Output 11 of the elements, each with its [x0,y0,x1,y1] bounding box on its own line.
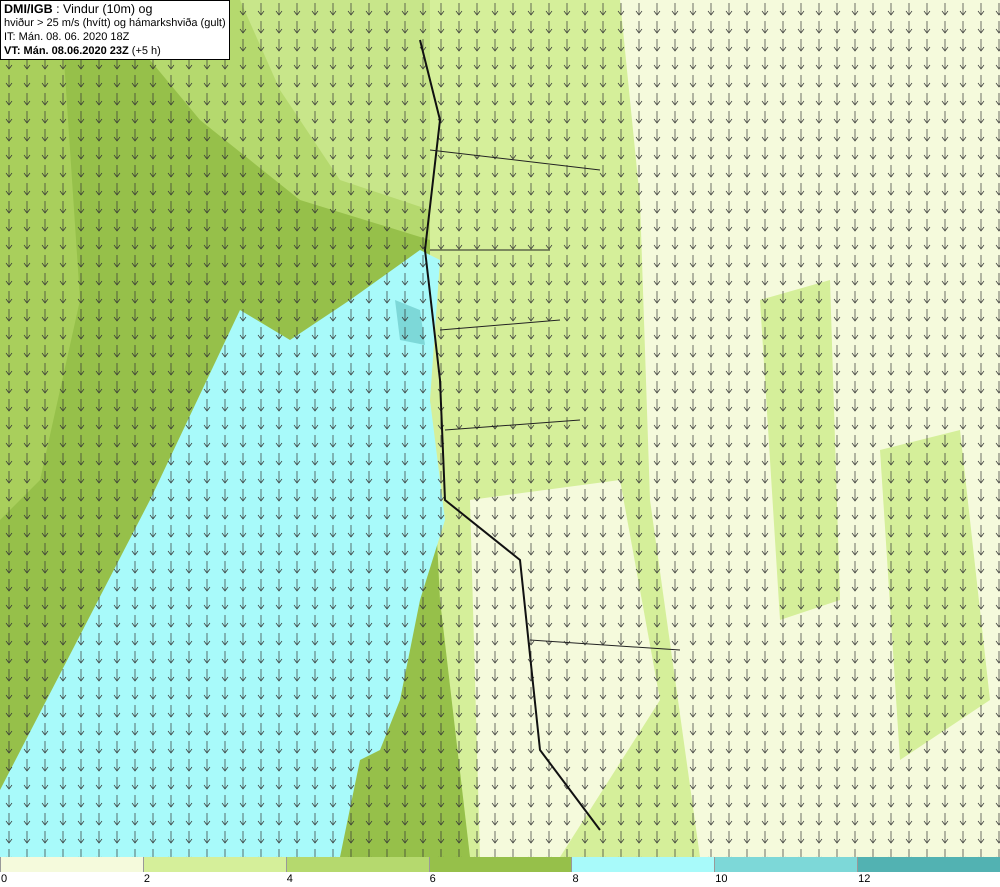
title-line: DMI/IGB : Vindur (10m) og [4,2,154,16]
legend-label: 10 [714,872,728,886]
title-line: hviður > 25 m/s (hvítt) og hámarkshviða (gult) [4,16,226,30]
legend-label: 2 [142,872,150,886]
title-line: IT: Mán. 08. 06. 2020 18Z [4,30,130,44]
legend-label: 0 [0,872,8,886]
legend-label: 12 [857,872,870,886]
legend-label: 4 [286,872,293,886]
legend-label: 6 [428,872,436,886]
legend-label: 8 [571,872,579,886]
title-line: VT: Mán. 08.06.2020 23Z (+5 h) [4,44,162,58]
